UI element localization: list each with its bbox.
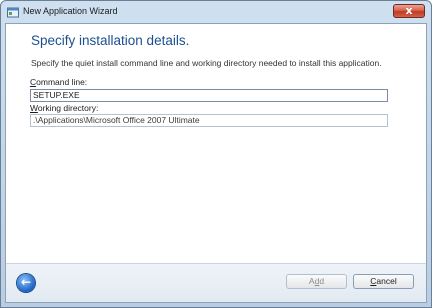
cancel-button[interactable]: Cancel	[353, 274, 414, 289]
window-title: New Application Wizard	[23, 6, 118, 16]
close-icon: x	[405, 4, 413, 17]
title-bar[interactable]: New Application Wizard x	[1, 1, 431, 23]
page-heading: Specify installation details.	[31, 33, 190, 48]
working-directory-label: Working directory:	[30, 103, 99, 113]
command-line-input[interactable]: SETUP.EXE	[30, 89, 388, 102]
back-button[interactable]: ←	[17, 274, 35, 292]
wizard-window: New Application Wizard x Specify install…	[0, 0, 432, 308]
command-line-label: Command line:	[30, 77, 88, 87]
app-icon	[7, 7, 19, 18]
wizard-content: Specify installation details. Specify th…	[5, 23, 427, 303]
back-arrow-icon: ←	[20, 275, 32, 289]
page-description: Specify the quiet install command line a…	[31, 58, 382, 68]
add-button[interactable]: Add	[286, 274, 347, 289]
wizard-footer: ← Add Cancel	[6, 263, 426, 302]
close-button[interactable]: x	[393, 4, 425, 18]
working-directory-input[interactable]: .\Applications\Microsoft Office 2007 Ult…	[30, 114, 388, 127]
